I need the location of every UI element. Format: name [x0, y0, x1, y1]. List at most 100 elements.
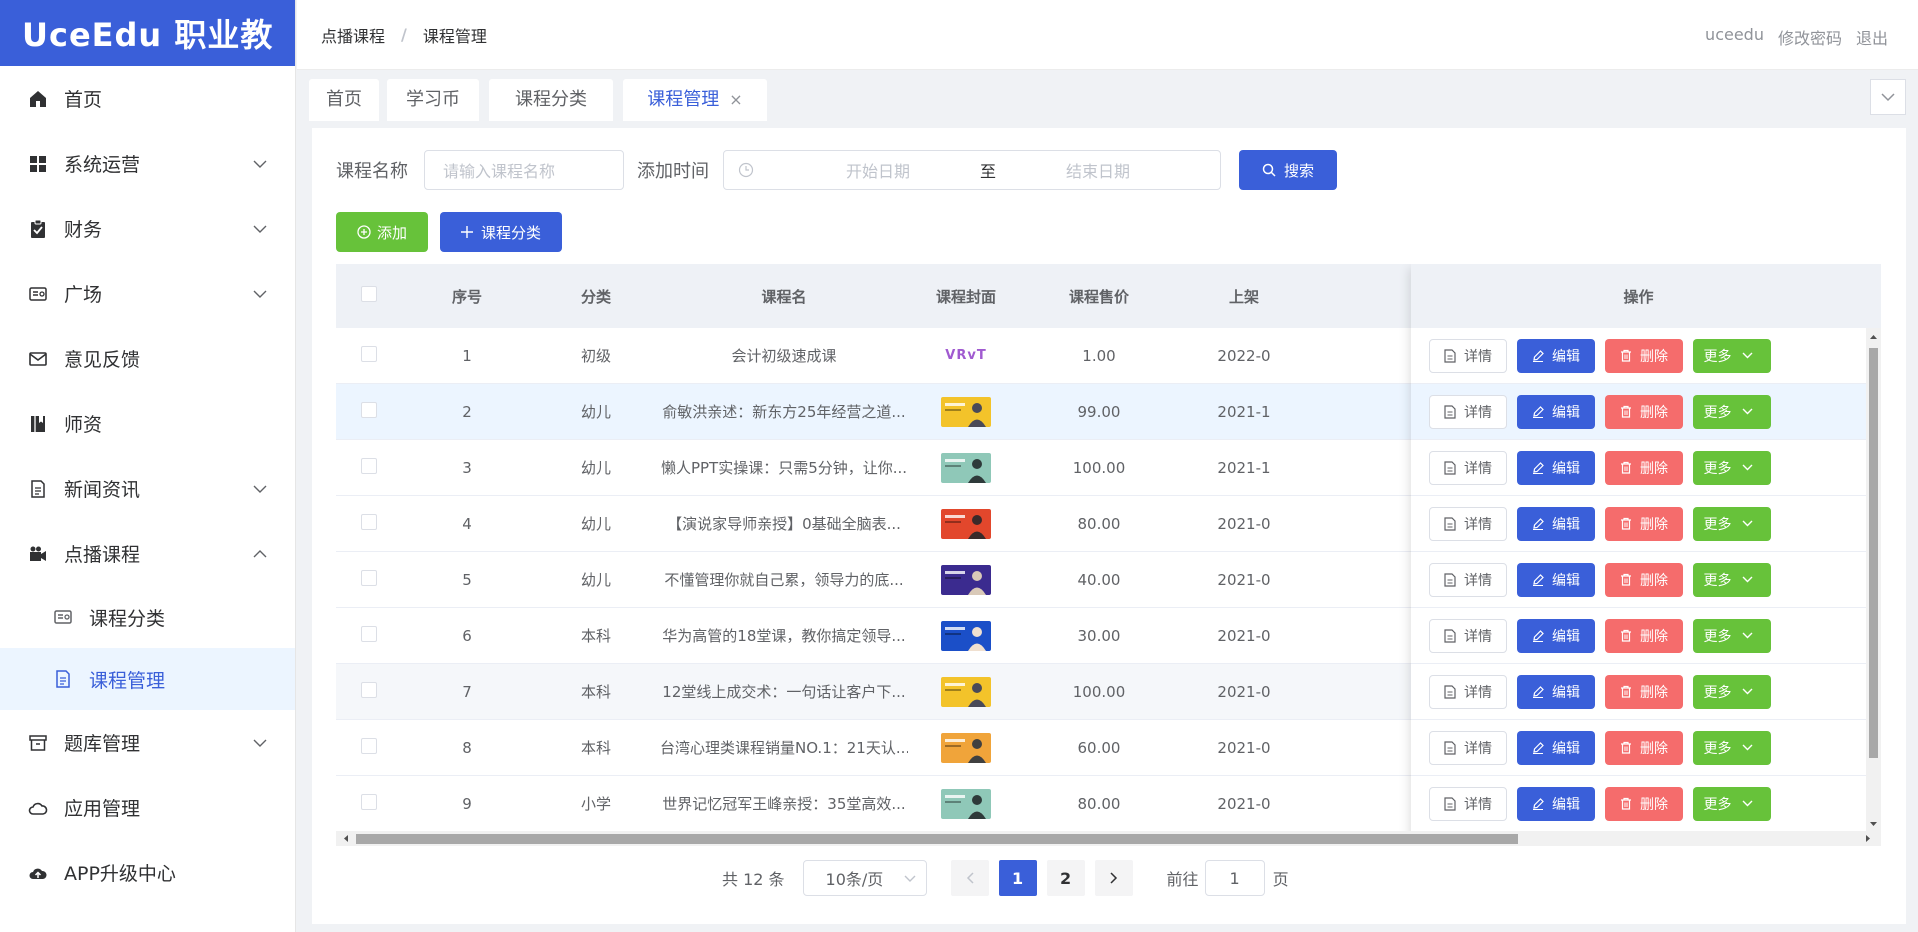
next-page-button[interactable]	[1094, 860, 1133, 896]
detail-button[interactable]: 详情	[1429, 506, 1507, 541]
vertical-scroll-thumb[interactable]	[1869, 348, 1878, 758]
tab-course-management[interactable]: 课程管理 ×	[623, 79, 767, 121]
logout-link[interactable]: 退出	[1856, 25, 1888, 49]
sidebar-item-2[interactable]: 财务	[0, 196, 295, 261]
breadcrumb-item[interactable]: 点播课程	[321, 23, 385, 47]
edit-button[interactable]: 编辑	[1517, 506, 1595, 541]
delete-button[interactable]: 删除	[1605, 506, 1683, 541]
delete-button[interactable]: 删除	[1605, 394, 1683, 429]
row-checkbox[interactable]	[361, 401, 377, 418]
sidebar-item-3[interactable]: 广场	[0, 261, 295, 326]
detail-button[interactable]: 详情	[1429, 674, 1507, 709]
trash-icon	[1621, 685, 1631, 698]
scroll-down-icon[interactable]	[1866, 817, 1881, 831]
sidebar-item-0[interactable]: 首页	[0, 66, 295, 131]
row-checkbox[interactable]	[361, 513, 377, 530]
edit-button[interactable]: 编辑	[1517, 562, 1595, 597]
page-button-1[interactable]: 1	[998, 860, 1037, 896]
more-dropdown-button[interactable]: 更多	[1693, 338, 1771, 373]
sidebar-item-4[interactable]: 意见反馈	[0, 326, 295, 391]
chevron-up-icon	[253, 549, 267, 557]
edit-button[interactable]: 编辑	[1517, 394, 1595, 429]
detail-button[interactable]: 详情	[1429, 562, 1507, 597]
delete-button[interactable]: 删除	[1605, 618, 1683, 653]
tab-course-category[interactable]: 课程分类	[489, 79, 613, 121]
delete-button[interactable]: 删除	[1605, 338, 1683, 373]
sidebar-item-11[interactable]: 应用管理	[0, 775, 295, 840]
delete-button[interactable]: 删除	[1605, 450, 1683, 485]
course-category-button[interactable]: 课程分类	[440, 212, 562, 252]
username[interactable]: uceedu	[1705, 25, 1764, 49]
row-checkbox[interactable]	[361, 457, 377, 474]
page-button-2[interactable]: 2	[1046, 860, 1085, 896]
edit-button[interactable]: 编辑	[1517, 618, 1595, 653]
end-date-input[interactable]: 结束日期	[998, 158, 1198, 182]
delete-button[interactable]: 删除	[1605, 786, 1683, 821]
row-checkbox[interactable]	[361, 625, 377, 642]
detail-button[interactable]: 详情	[1429, 618, 1507, 653]
more-dropdown-button[interactable]: 更多	[1693, 674, 1771, 709]
sidebar-item-1[interactable]: 系统运营	[0, 131, 295, 196]
edit-button[interactable]: 编辑	[1517, 674, 1595, 709]
sidebar-item-10[interactable]: 题库管理	[0, 710, 295, 775]
sidebar-item-7[interactable]: 点播课程	[0, 521, 295, 586]
delete-button[interactable]: 删除	[1605, 562, 1683, 597]
edit-button[interactable]: 编辑	[1517, 338, 1595, 373]
close-icon[interactable]: ×	[729, 90, 742, 109]
page-size-select[interactable]: 10条/页	[802, 860, 927, 896]
change-password-link[interactable]: 修改密码	[1778, 25, 1842, 49]
horizontal-scrollbar[interactable]	[336, 831, 1881, 846]
cell-price: 80.00	[1077, 794, 1121, 813]
scroll-right-icon[interactable]	[1861, 831, 1875, 846]
more-dropdown-button[interactable]: 更多	[1693, 394, 1771, 429]
scroll-up-icon[interactable]	[1866, 330, 1881, 344]
edit-button[interactable]: 编辑	[1517, 786, 1595, 821]
trash-icon	[1621, 405, 1631, 418]
row-checkbox[interactable]	[361, 345, 377, 362]
more-dropdown-button[interactable]: 更多	[1693, 562, 1771, 597]
detail-button[interactable]: 详情	[1429, 450, 1507, 485]
row-checkbox[interactable]	[361, 793, 377, 810]
delete-button[interactable]: 删除	[1605, 730, 1683, 765]
search-button[interactable]: 搜索	[1239, 150, 1337, 190]
course-name-input[interactable]: 请输入课程名称	[424, 150, 624, 190]
vertical-scrollbar[interactable]	[1866, 328, 1881, 833]
edit-button[interactable]: 编辑	[1517, 730, 1595, 765]
detail-button[interactable]: 详情	[1429, 786, 1507, 821]
scroll-left-icon[interactable]	[339, 831, 353, 846]
delete-button-label: 删除	[1640, 796, 1668, 813]
detail-button[interactable]: 详情	[1429, 730, 1507, 765]
date-range-picker[interactable]: 开始日期 至 结束日期	[723, 150, 1221, 190]
more-button-label: 更多	[1703, 348, 1732, 365]
tab-home[interactable]: 首页	[309, 79, 379, 121]
row-checkbox[interactable]	[361, 569, 377, 586]
more-dropdown-button[interactable]: 更多	[1693, 618, 1771, 653]
sidebar-item-5[interactable]: 师资	[0, 391, 295, 456]
more-dropdown-button[interactable]: 更多	[1693, 730, 1771, 765]
sidebar-item-8[interactable]: 课程分类	[0, 586, 295, 648]
more-dropdown-button[interactable]: 更多	[1693, 506, 1771, 541]
prev-page-button[interactable]	[950, 860, 989, 896]
more-dropdown-button[interactable]: 更多	[1693, 450, 1771, 485]
goto-page-input[interactable]: 1	[1204, 860, 1265, 896]
start-date-input[interactable]: 开始日期	[778, 158, 978, 182]
tabs-dropdown-button[interactable]	[1870, 79, 1906, 115]
tab-study-coin[interactable]: 学习币	[387, 79, 479, 121]
edit-button[interactable]: 编辑	[1517, 450, 1595, 485]
detail-button[interactable]: 详情	[1429, 394, 1507, 429]
sidebar-item-9[interactable]: 课程管理	[0, 648, 295, 710]
select-all-checkbox[interactable]	[361, 286, 377, 302]
add-button[interactable]: 添加	[336, 212, 428, 252]
edit-button-label: 编辑	[1552, 684, 1580, 701]
delete-button[interactable]: 删除	[1605, 674, 1683, 709]
more-dropdown-button[interactable]: 更多	[1693, 786, 1771, 821]
row-checkbox[interactable]	[361, 681, 377, 698]
sidebar-item-6[interactable]: 新闻资讯	[0, 456, 295, 521]
row-checkbox[interactable]	[361, 737, 377, 754]
add-button-label: 添加	[376, 223, 407, 242]
detail-button[interactable]: 详情	[1429, 338, 1507, 373]
horizontal-scroll-thumb[interactable]	[356, 834, 1518, 844]
cell-course-name: 华为高管的18堂课，教你搞定领导...	[662, 627, 906, 645]
chevron-down-icon	[1881, 93, 1895, 102]
sidebar-item-12[interactable]: APP升级中心	[0, 840, 295, 905]
